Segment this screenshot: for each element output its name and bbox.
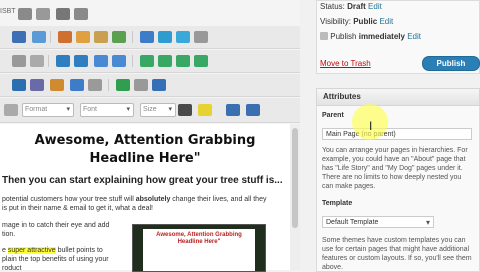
publish-time-row: Publish immediately Edit [320,32,421,41]
fullscreen-icon[interactable] [134,79,148,91]
visibility-row: Visibility: Public Edit [320,17,394,26]
body-line-6: plain the top benefits of using your [2,256,109,263]
body-line-4: tion. [2,231,16,238]
media-icon[interactable] [74,8,88,20]
emoticon-icon[interactable] [50,79,64,91]
body-line-5: e super attractive bullet points to [2,247,103,254]
special-char-icon[interactable] [70,79,84,91]
redo-icon[interactable] [158,31,172,43]
link-icon[interactable] [176,31,190,43]
parent-label: Parent [322,112,344,119]
save-icon[interactable] [12,31,26,43]
template-help-text: Some themes have custom templates you ca… [322,237,472,271]
highlight-color-icon[interactable] [198,104,212,116]
sidebar: Status: Draft Edit Visibility: Public Ed… [314,0,480,272]
subheadline: Then you can start explaining how great … [2,175,283,186]
toolbar-row-1 [0,26,300,49]
move-to-trash-link[interactable]: Move to Trash [320,59,371,68]
bold-icon[interactable] [12,55,26,67]
editor-scrollbar-thumb[interactable] [292,128,298,228]
insert-link-icon[interactable] [226,104,240,116]
copy-icon[interactable] [76,31,90,43]
page-headline: Awesome, Attention Grabbing Headline Her… [34,133,256,166]
editor-mode-label: ISBT [0,8,16,15]
undo-icon[interactable] [140,31,154,43]
highlighted-text: super attractive [7,247,56,254]
paste-icon[interactable] [94,31,108,43]
text-color-icon[interactable] [178,104,192,116]
body-line-1: potential customers how your tree stuff … [2,196,267,203]
editor-toolbar-area: ISBT Format ▾ Font ▾ Size ▾ [0,0,300,124]
embedded-image[interactable]: Awesome, Attention Grabbing Headline Her… [132,224,266,272]
size-select[interactable]: Size ▾ [140,103,176,117]
video-icon[interactable] [36,8,50,20]
attributes-header[interactable]: Attributes [316,88,480,106]
align-right-icon[interactable] [176,55,190,67]
body-line-7: roduct [2,265,22,272]
insert-table-icon[interactable] [12,79,26,91]
align-center-icon[interactable] [158,55,172,67]
outdent-icon[interactable] [94,55,108,67]
new-document-icon[interactable] [32,31,46,43]
audio-icon[interactable] [56,8,70,20]
print-icon[interactable] [152,79,166,91]
cursor-icon: I [369,119,373,133]
font-select[interactable]: Font ▾ [80,103,134,117]
status-edit-link[interactable]: Edit [368,2,382,11]
template-label: Template [322,200,353,207]
publish-time-edit-link[interactable]: Edit [407,32,421,41]
editor-panel: ISBT Format ▾ Font ▾ Size ▾ Awesome, Att… [0,0,300,272]
parent-help-text: You can arrange your pages in hierarchie… [322,147,468,190]
numbered-list-icon[interactable] [74,55,88,67]
parent-select[interactable]: Main Page (no parent) [322,128,472,140]
bullet-list-icon[interactable] [56,55,70,67]
image-icon[interactable] [18,8,32,20]
paste-text-icon[interactable] [112,31,126,43]
template-select[interactable]: Default Template ▾ [322,216,434,228]
styles-icon[interactable] [4,104,18,116]
embedded-image-title: Awesome, Attention Grabbing Headline Her… [156,232,242,245]
body-line-3: mage in to catch their eye and add [2,222,110,229]
status-row: Status: Draft Edit [320,2,382,11]
indent-icon[interactable] [112,55,126,67]
align-left-icon[interactable] [140,55,154,67]
toolbar-row-3 [0,74,300,97]
format-select[interactable]: Format ▾ [22,103,74,117]
cut-icon[interactable] [58,31,72,43]
anchor-icon[interactable] [30,79,44,91]
publish-button[interactable]: Publish [422,56,480,71]
dropdown-icon[interactable] [194,31,208,43]
embedded-image-canvas: Awesome, Attention Grabbing Headline Her… [143,229,255,271]
italic-icon[interactable] [30,55,44,67]
toolbar-row-2 [0,50,300,73]
spellcheck-icon[interactable] [116,79,130,91]
body-line-2: is put in their name & email to get it, … [2,205,153,212]
insert-image-icon[interactable] [246,104,260,116]
horizontal-rule-icon[interactable] [88,79,102,91]
visibility-edit-link[interactable]: Edit [379,17,393,26]
calendar-icon [320,32,328,40]
align-justify-icon[interactable] [194,55,208,67]
